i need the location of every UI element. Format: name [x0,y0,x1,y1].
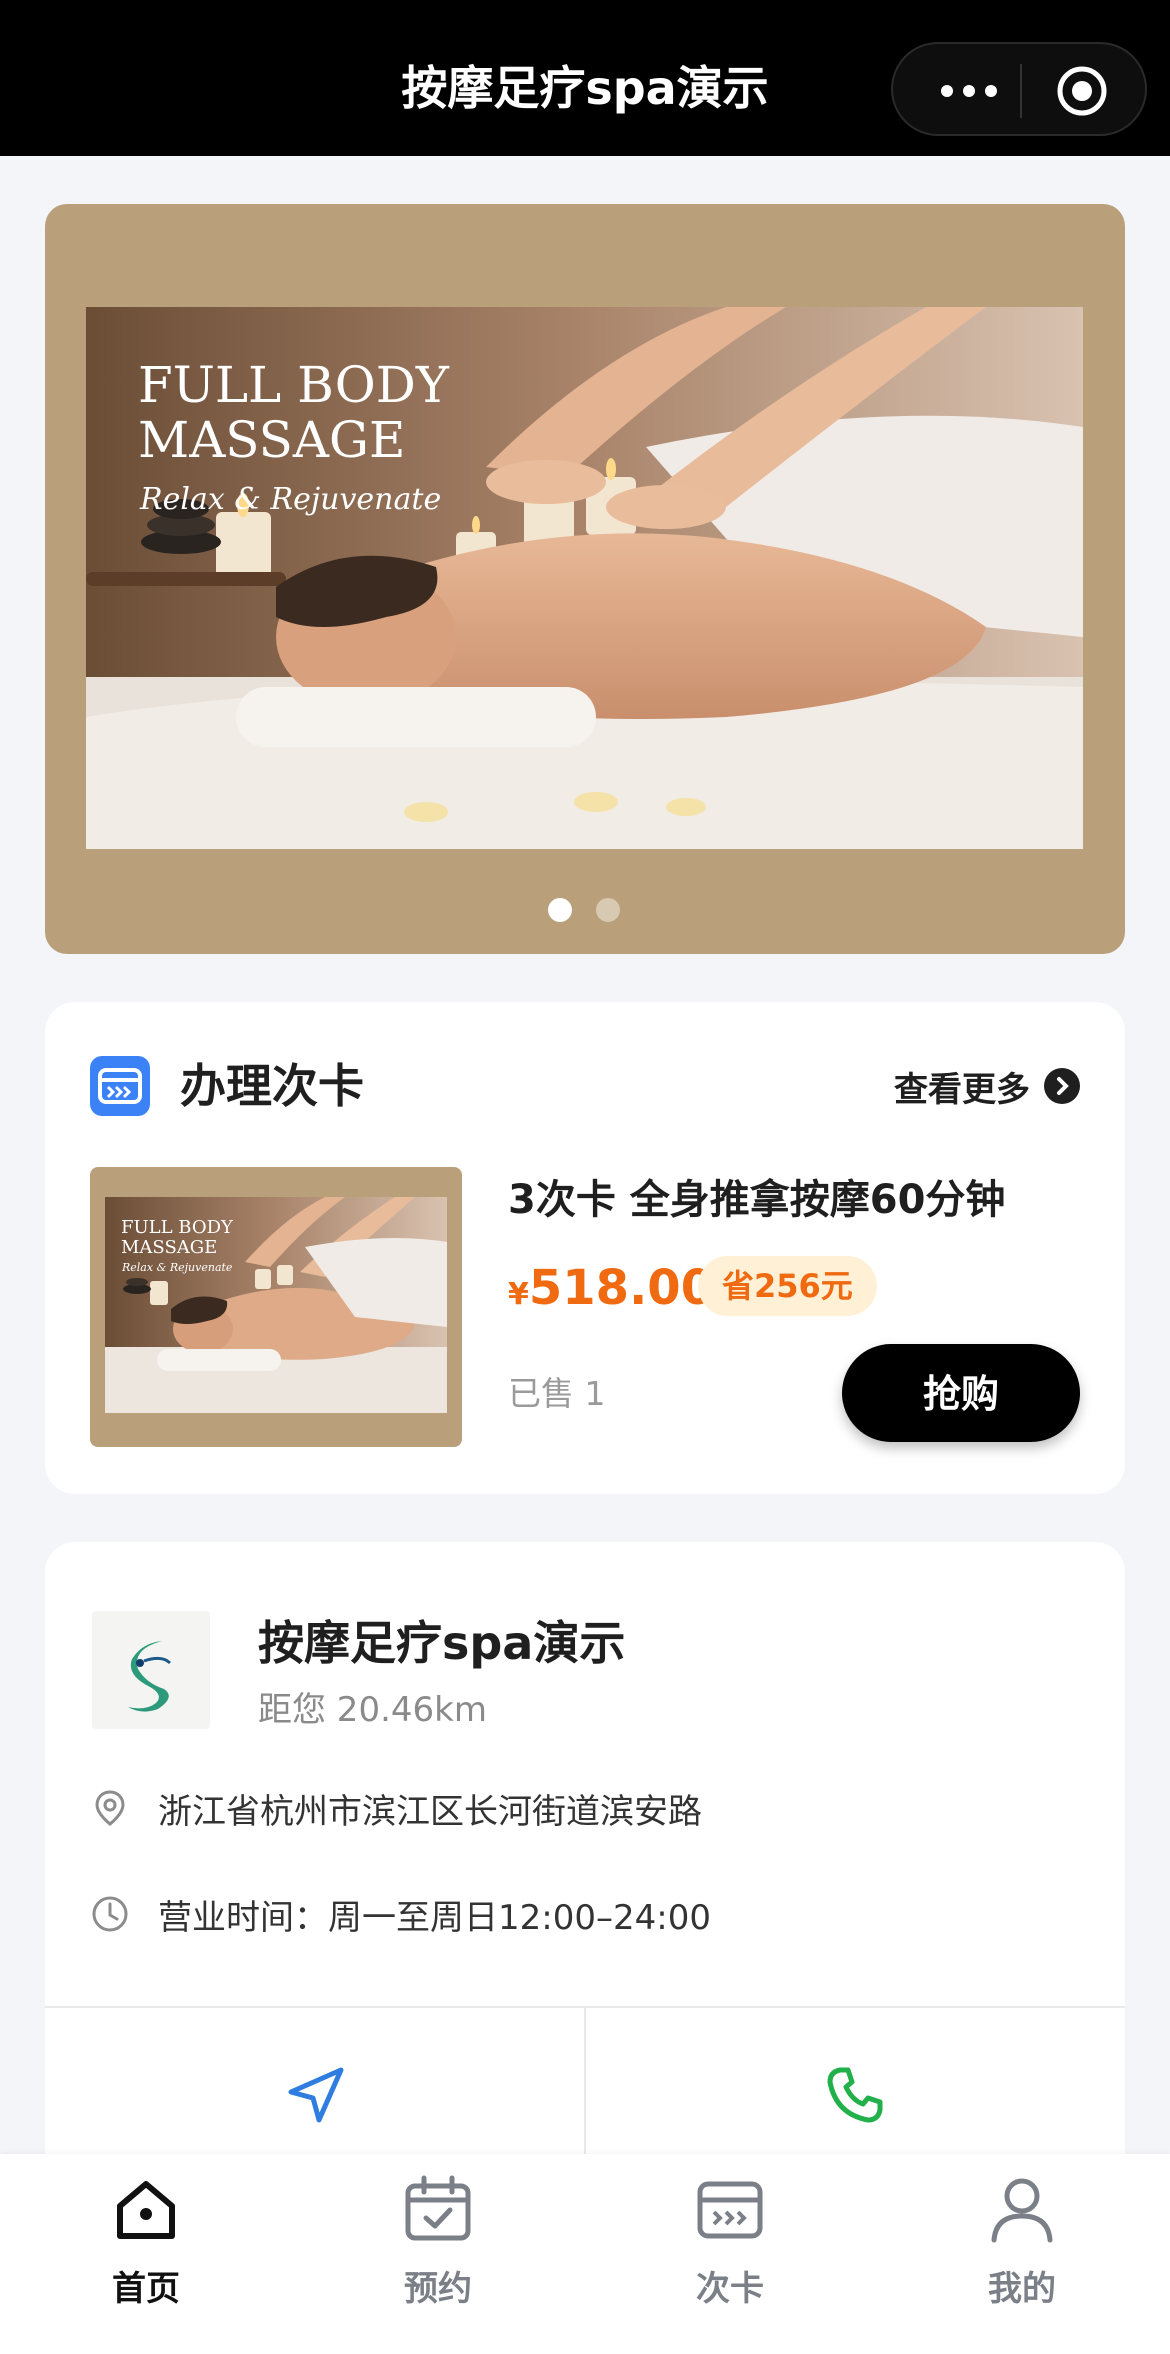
chevron-right-circle-icon [1044,1068,1080,1104]
currency-symbol: ¥ [508,1277,529,1312]
miniprogram-capsule [891,42,1147,136]
store-logo [92,1611,210,1729]
view-more-link[interactable]: 查看更多 [894,1062,1080,1110]
product-image-heading-line2: MASSAGE [121,1237,217,1258]
store-address: 浙江省杭州市滨江区长河街道滨安路 [158,1791,702,1832]
card-section-icon [90,1056,150,1116]
tab-home-label: 首页 [112,2269,180,2309]
more-dots-icon[interactable] [929,66,1009,116]
view-more-label: 查看更多 [894,1069,1030,1110]
tab-cards-label: 次卡 [696,2269,764,2309]
product-image-tagline: Relax & Rejuvenate [121,1261,233,1274]
card-section-title: 办理次卡 [180,1059,364,1113]
location-pin-icon [95,1790,125,1826]
close-miniprogram-icon[interactable] [1055,64,1109,118]
massage-photo: FULL BODY MASSAGE Relax & Rejuvenate [86,307,1083,849]
home-icon [117,2181,175,2239]
carousel-dot[interactable] [596,898,620,922]
capsule-divider [1020,64,1022,118]
card-section: 办理次卡 查看更多 FULL BODY MASSAGE Relax & Reju… [45,1002,1125,1494]
tab-booking-label: 预约 [404,2269,472,2309]
tab-profile[interactable]: 我的 [932,2174,1112,2344]
product-image-heading-line1: FULL BODY [121,1217,234,1238]
store-logo-icon [128,1641,172,1712]
carousel-indicator [0,898,1170,922]
card-icon [697,2181,763,2239]
product-name[interactable]: 3次卡 全身推拿按摩60分钟 [508,1172,1005,1228]
carousel-dot-active[interactable] [548,898,572,922]
store-info-section: 按摩足疗spa演示 距您 20.46km 浙江省杭州市滨江区长河街道滨安路 营业… [45,1542,1125,2242]
buy-button[interactable]: 抢购 [842,1344,1080,1442]
tab-home[interactable]: 首页 [56,2174,236,2344]
user-icon [991,2178,1053,2243]
store-address-row[interactable]: 浙江省杭州市滨江区长河街道滨安路 [90,1780,702,1836]
tab-booking[interactable]: 预约 [348,2174,528,2344]
banner-heading-line2: MASSAGE [138,411,405,469]
store-hours-row: 营业时间：周一至周日12:00–24:00 [90,1886,711,1942]
product-image[interactable]: FULL BODY MASSAGE Relax & Rejuvenate [90,1167,462,1447]
calendar-icon [405,2175,471,2241]
phone-icon[interactable] [822,2062,888,2128]
bottom-tab-bar: 首页 预约 次卡 我的 [0,2154,1170,2354]
discount-badge: 省256元 [698,1256,877,1316]
product-photo: FULL BODY MASSAGE Relax & Rejuvenate [105,1197,447,1413]
store-distance: 距您 20.46km [258,1690,487,1730]
banner-heading-line1: FULL BODY [138,356,450,414]
top-navigation-bar: 按摩足疗spa演示 [0,0,1170,156]
banner-image[interactable]: FULL BODY MASSAGE Relax & Rejuvenate [86,307,1083,849]
navigate-icon[interactable] [283,2062,349,2128]
tab-cards[interactable]: 次卡 [640,2174,820,2344]
clock-icon [92,1896,128,1932]
sold-count: 已售 1 [508,1374,606,1413]
tab-profile-label: 我的 [988,2269,1056,2309]
price-value: 518.00 [528,1260,715,1316]
store-name: 按摩足疗spa演示 [258,1616,626,1670]
product-price: ¥518.00 [508,1258,714,1329]
store-hours: 营业时间：周一至周日12:00–24:00 [158,1897,711,1938]
banner-carousel[interactable]: FULL BODY MASSAGE Relax & Rejuvenate [45,204,1125,954]
banner-tagline: Relax & Rejuvenate [139,482,441,517]
